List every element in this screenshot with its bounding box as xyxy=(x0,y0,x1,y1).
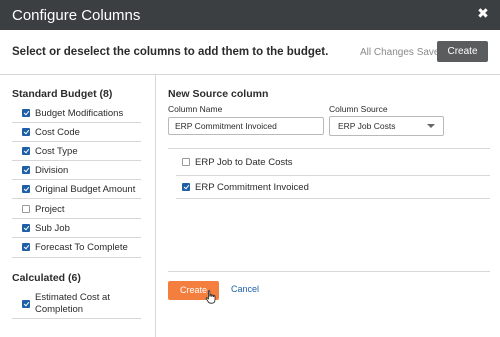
cancel-link[interactable]: Cancel xyxy=(231,284,259,294)
chevron-down-icon xyxy=(427,124,435,128)
divider xyxy=(12,237,141,238)
column-source-value: ERP Job Costs xyxy=(338,121,396,131)
divider xyxy=(12,257,141,258)
option-label: Division xyxy=(35,164,69,176)
divider xyxy=(12,179,141,180)
checkbox-checked[interactable] xyxy=(22,109,30,117)
header-divider xyxy=(0,74,500,75)
column-option-sub-job[interactable]: Sub Job xyxy=(22,220,70,236)
checkbox-checked[interactable] xyxy=(182,183,190,191)
divider xyxy=(168,148,490,149)
option-label-line2: Completion xyxy=(35,304,84,315)
checkbox-checked[interactable] xyxy=(22,166,30,174)
instruction-text: Select or deselect the columns to add th… xyxy=(12,46,329,58)
source-option-erp-commitment-invoiced[interactable]: ERP Commitment Invoiced xyxy=(182,179,309,195)
divider xyxy=(12,318,141,319)
column-source-label: Column Source xyxy=(329,104,388,114)
column-name-input[interactable]: ERP Commitment Invoiced xyxy=(168,117,324,135)
close-icon[interactable]: ✖ xyxy=(476,6,490,20)
checkbox-checked[interactable] xyxy=(22,185,30,193)
divider xyxy=(12,218,141,219)
calculated-title: Calculated (6) xyxy=(12,272,81,284)
standard-budget-title: Standard Budget (8) xyxy=(12,88,113,100)
column-option-forecast-to-complete[interactable]: Forecast To Complete xyxy=(22,239,128,255)
column-source-select[interactable]: ERP Job Costs xyxy=(329,116,444,136)
column-option-cost-code[interactable]: Cost Code xyxy=(22,124,80,140)
checkbox-unchecked[interactable] xyxy=(182,158,190,166)
option-label-line1: Estimated Cost at xyxy=(35,292,110,303)
column-option-budget-modifications[interactable]: Budget Modifications xyxy=(22,105,123,121)
column-name-label: Column Name xyxy=(168,104,223,114)
option-label: Original Budget Amount xyxy=(35,183,136,195)
divider xyxy=(12,198,141,199)
column-option-division[interactable]: Division xyxy=(22,162,68,178)
checkbox-checked[interactable] xyxy=(22,300,30,308)
column-option-original-budget-amount[interactable]: Original Budget Amount xyxy=(22,181,135,197)
option-label: Forecast To Complete xyxy=(35,241,128,253)
create-button[interactable]: Create xyxy=(437,41,488,62)
option-label: Project xyxy=(35,203,65,215)
divider xyxy=(168,271,490,272)
column-option-cost-type[interactable]: Cost Type xyxy=(22,143,78,159)
column-option-project[interactable]: Project xyxy=(22,201,65,217)
checkbox-unchecked[interactable] xyxy=(22,205,30,213)
option-label: Sub Job xyxy=(35,222,70,234)
checkbox-checked[interactable] xyxy=(22,147,30,155)
column-option-estimated-cost-at-completion[interactable]: Estimated Cost at Completion xyxy=(22,292,110,316)
divider xyxy=(176,175,490,176)
checkbox-checked[interactable] xyxy=(22,224,30,232)
option-label: Cost Type xyxy=(35,145,78,157)
option-label: ERP Commitment Invoiced xyxy=(195,181,309,193)
option-label: ERP Job to Date Costs xyxy=(195,156,293,168)
checkbox-checked[interactable] xyxy=(22,128,30,136)
hand-cursor-icon xyxy=(205,290,216,304)
option-label: Cost Code xyxy=(35,126,80,138)
checkbox-checked[interactable] xyxy=(22,243,30,251)
dialog-title: Configure Columns xyxy=(12,7,141,24)
column-divider xyxy=(155,74,156,337)
divider xyxy=(12,160,141,161)
divider xyxy=(12,141,141,142)
divider xyxy=(12,122,141,123)
dialog-titlebar: Configure Columns ✖ xyxy=(0,0,500,30)
option-label: Budget Modifications xyxy=(35,107,124,119)
divider xyxy=(176,198,490,199)
source-option-erp-job-to-date-costs[interactable]: ERP Job to Date Costs xyxy=(182,154,293,170)
new-source-title: New Source column xyxy=(168,88,269,100)
save-status: All Changes Saved xyxy=(360,47,446,58)
option-label: Estimated Cost at Completion xyxy=(35,292,110,316)
